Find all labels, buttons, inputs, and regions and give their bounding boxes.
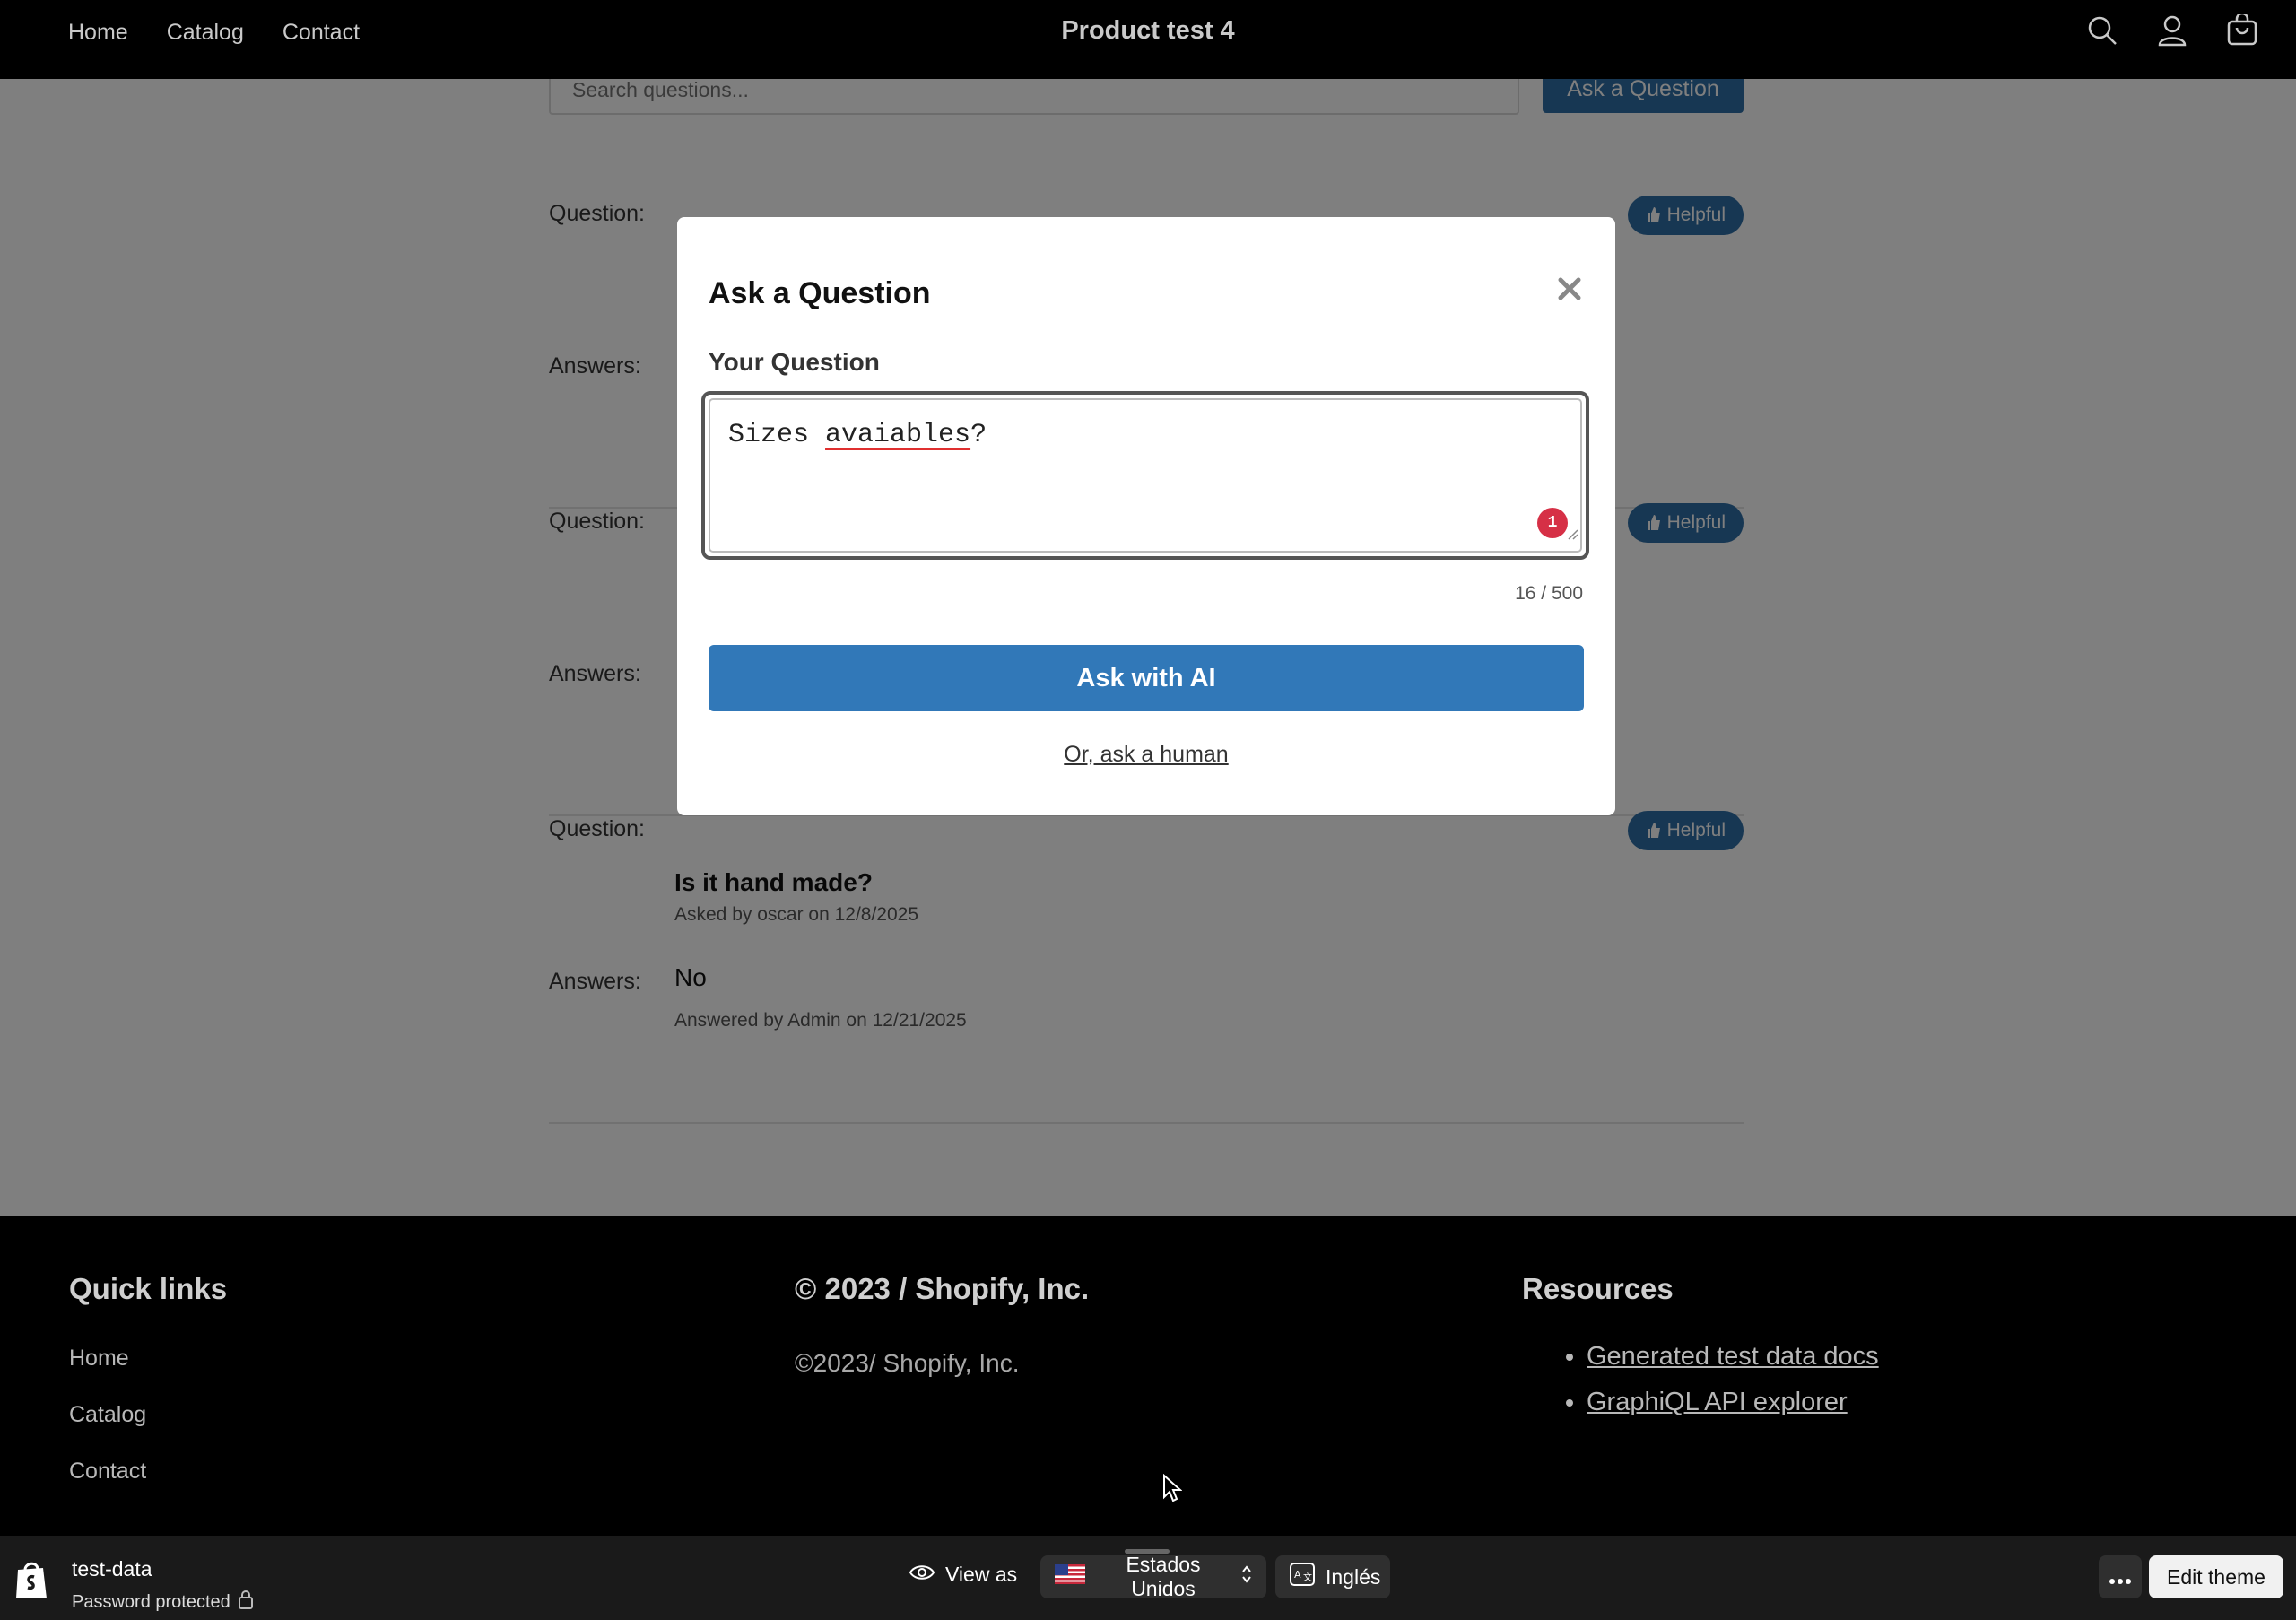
svg-text:文: 文	[1303, 1572, 1312, 1583]
helpful-label: Helpful	[1666, 820, 1726, 840]
resource-link-test-data-docs[interactable]: Generated test data docs	[1587, 1342, 1879, 1372]
answer-meta: Answered by Admin on 12/21/2025	[674, 1010, 967, 1031]
grammar-suggestion-badge[interactable]: 1	[1537, 508, 1568, 538]
close-icon	[1557, 276, 1582, 304]
footer-resources: Resources Generated test data docs Graph…	[1522, 1272, 1879, 1433]
ask-with-ai-button[interactable]: Ask with AI	[709, 645, 1584, 711]
footer-link-home[interactable]: Home	[69, 1346, 227, 1372]
footer-link-contact[interactable]: Contact	[69, 1459, 227, 1485]
more-options-button[interactable]	[2099, 1555, 2142, 1598]
footer-link-catalog[interactable]: Catalog	[69, 1402, 227, 1428]
answer-text: No	[674, 963, 707, 991]
ask-question-modal: Ask a Question Your Question Sizes avaia…	[677, 217, 1615, 815]
password-status-text: Password protected	[72, 1591, 230, 1612]
helpful-label: Helpful	[1666, 512, 1726, 533]
helpful-button[interactable]: Helpful	[1627, 503, 1744, 543]
question-label: Question:	[549, 201, 646, 226]
edit-theme-button[interactable]: Edit theme	[2149, 1555, 2283, 1598]
country-label: Estados Unidos	[1126, 1553, 1201, 1600]
copyright-text: ©2023/ Shopify, Inc.	[795, 1349, 1020, 1377]
store-title[interactable]: Product test 4	[0, 16, 2296, 46]
search-icon[interactable]	[2084, 11, 2120, 50]
resources-list: Generated test data docs GraphiQL API ex…	[1522, 1342, 1879, 1417]
character-counter: 16 / 500	[1515, 583, 1583, 604]
chevron-up-down-icon	[1241, 1564, 1252, 1590]
your-question-label: Your Question	[709, 348, 880, 376]
header-icons	[2084, 11, 2260, 50]
question-text: Is it hand made?	[674, 868, 873, 896]
resource-link-graphiql[interactable]: GraphiQL API explorer	[1587, 1388, 1879, 1417]
question-meta: Asked by oscar on 12/8/2025	[674, 904, 919, 925]
password-status: Password protected	[72, 1590, 254, 1615]
thumbs-up-icon	[1646, 513, 1662, 536]
misspelled-word: avaiables	[825, 420, 971, 450]
language-selector[interactable]: A文 Inglés	[1275, 1555, 1390, 1598]
question-label: Question:	[549, 509, 646, 534]
shopify-preview-bar: test-data Password protected View as Est…	[0, 1536, 2296, 1620]
site-header: Home Catalog Contact Product test 4	[0, 0, 2296, 79]
shopify-bag-icon	[13, 1559, 50, 1605]
copyright-heading: © 2023 / Shopify, Inc.	[795, 1272, 1090, 1305]
lock-icon	[238, 1590, 254, 1615]
quick-links-heading: Quick links	[69, 1272, 228, 1305]
question-textarea-value[interactable]: Sizes avaiables? 1	[709, 398, 1582, 553]
mouse-cursor-icon	[1162, 1473, 1183, 1507]
helpful-button[interactable]: Helpful	[1627, 196, 1744, 235]
view-as-label: View as	[945, 1563, 1018, 1586]
helpful-button[interactable]: Helpful	[1627, 811, 1744, 850]
ask-human-link[interactable]: Or, ask a human	[677, 742, 1615, 768]
thumbs-up-icon	[1646, 821, 1662, 844]
modal-title: Ask a Question	[709, 276, 931, 310]
view-as-toggle[interactable]: View as	[909, 1563, 1017, 1587]
qa-item: Question: Helpful Is it hand made? Asked…	[549, 811, 1744, 1124]
site-footer: Quick links Home Catalog Contact © 2023 …	[0, 1216, 2296, 1536]
svg-text:A: A	[1294, 1569, 1301, 1581]
preview-store-name: test-data	[72, 1557, 152, 1581]
answers-label: Answers:	[549, 661, 641, 686]
country-selector[interactable]: Estados Unidos	[1040, 1553, 1266, 1600]
question-label: Question:	[549, 816, 646, 841]
translate-icon: A文	[1290, 1563, 1315, 1591]
answers-label: Answers:	[549, 353, 641, 379]
ellipsis-icon	[2109, 1563, 2132, 1590]
close-modal-button[interactable]	[1551, 271, 1588, 309]
thumbs-up-icon	[1646, 205, 1662, 229]
resources-heading: Resources	[1522, 1272, 1674, 1305]
textarea-word: Sizes	[728, 420, 810, 450]
eye-icon	[909, 1563, 935, 1587]
quick-links-list: Home Catalog Contact	[69, 1346, 227, 1485]
question-textarea[interactable]: Sizes avaiables? 1	[701, 391, 1589, 560]
answers-label: Answers:	[549, 969, 641, 994]
resize-handle-icon[interactable]	[1566, 518, 1578, 549]
account-icon[interactable]	[2154, 11, 2190, 50]
us-flag-icon	[1055, 1564, 1085, 1590]
footer-quick-links: Quick links Home Catalog Contact	[69, 1272, 227, 1515]
language-label: Inglés	[1326, 1564, 1381, 1589]
cart-icon[interactable]	[2224, 11, 2260, 50]
helpful-label: Helpful	[1666, 205, 1726, 225]
footer-copyright: © 2023 / Shopify, Inc. ©2023/ Shopify, I…	[795, 1272, 1089, 1378]
textarea-punctuation: ?	[970, 420, 987, 450]
